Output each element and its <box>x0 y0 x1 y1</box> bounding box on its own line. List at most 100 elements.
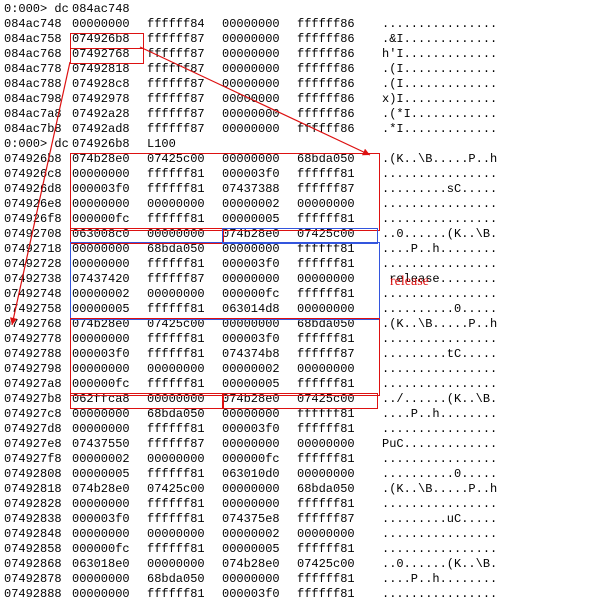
hex-row: 074926d8000003f0ffffff8107437388ffffff87… <box>4 182 589 197</box>
ascii-col: h'I............. <box>372 47 497 62</box>
hex-col: 07425c00 <box>297 227 372 242</box>
hex-col: 07425c00 <box>297 392 372 407</box>
addr-col: 074927b8 <box>4 392 72 407</box>
hex-col: 00000000 <box>147 392 222 407</box>
addr-col: 0:000> dc <box>4 137 72 152</box>
hex-row: 084ac788074928c8ffffff8700000000ffffff86… <box>4 77 589 92</box>
hex-col: 00000000 <box>72 422 147 437</box>
addr-col: 074926b8 <box>4 152 72 167</box>
hex-col: 00000000 <box>147 452 222 467</box>
ascii-col: .(*I............ <box>372 107 497 122</box>
hex-col: 00000002 <box>222 362 297 377</box>
addr-col: 084ac7b8 <box>4 122 72 137</box>
ascii-col: ................ <box>372 422 497 437</box>
ascii-col: .&I............. <box>372 32 497 47</box>
addr-col: 074927e8 <box>4 437 72 452</box>
hex-col: 68bda050 <box>147 572 222 587</box>
hex-row: 07492838000003f0ffffff81074375e8ffffff87… <box>4 512 589 527</box>
hex-row: 07492708063008c000000000074b28e007425c00… <box>4 227 589 242</box>
hex-col: 074b28e0 <box>222 227 297 242</box>
addr-col: 07492738 <box>4 272 72 287</box>
hex-row: 084ac77807492818ffffff8700000000ffffff86… <box>4 62 589 77</box>
ascii-col: PuC............. <box>372 437 497 452</box>
hex-row: 0:000> dc084ac748 <box>4 2 589 17</box>
hex-col: 00000000 <box>147 362 222 377</box>
hex-col: ffffff87 <box>147 62 222 77</box>
hex-col: 00000000 <box>72 407 147 422</box>
hex-col: ffffff81 <box>147 422 222 437</box>
hex-col: 000003f0 <box>222 257 297 272</box>
hex-col: ffffff87 <box>297 512 372 527</box>
hex-col: 00000005 <box>222 542 297 557</box>
hex-col: ffffff81 <box>147 377 222 392</box>
addr-col: 07492778 <box>4 332 72 347</box>
hex-col: 074375e8 <box>222 512 297 527</box>
hex-col: 00000000 <box>297 467 372 482</box>
hex-col: 00000000 <box>222 77 297 92</box>
addr-col: 07492888 <box>4 587 72 602</box>
hex-col: ffffff86 <box>297 32 372 47</box>
hex-col: 00000000 <box>222 32 297 47</box>
ascii-col: ................ <box>372 167 497 182</box>
hex-col: 063008c0 <box>72 227 147 242</box>
hex-col: ffffff81 <box>147 167 222 182</box>
hex-row: 0749280800000005ffffff81063010d000000000… <box>4 467 589 482</box>
hex-col: 000000fc <box>72 377 147 392</box>
hex-col: ffffff81 <box>297 332 372 347</box>
addr-col: 07492768 <box>4 317 72 332</box>
hex-col: 00000000 <box>222 407 297 422</box>
hex-col: 00000000 <box>297 302 372 317</box>
hex-col: ffffff81 <box>297 287 372 302</box>
hex-col: ffffff81 <box>147 182 222 197</box>
hex-col: ffffff81 <box>297 452 372 467</box>
hex-col: ffffff87 <box>297 182 372 197</box>
addr-col: 07492868 <box>4 557 72 572</box>
hex-col: 00000000 <box>297 362 372 377</box>
hex-col: ffffff87 <box>297 347 372 362</box>
hex-col: ffffff81 <box>297 257 372 272</box>
ascii-col: ..0......(K..\B. <box>372 557 497 572</box>
ascii-col: ..........0..... <box>372 302 497 317</box>
ascii-col: .........tC..... <box>372 347 497 362</box>
hex-col: 00000000 <box>72 197 147 212</box>
addr-col: 074927a8 <box>4 377 72 392</box>
hex-col: ffffff81 <box>147 467 222 482</box>
hex-col: 00000002 <box>72 452 147 467</box>
hex-col: ffffff86 <box>297 77 372 92</box>
hex-col: 074b28e0 <box>72 317 147 332</box>
hex-col: ffffff81 <box>147 542 222 557</box>
hex-row: 084ac758074926b8ffffff8700000000ffffff86… <box>4 32 589 47</box>
hex-col: ffffff87 <box>147 47 222 62</box>
hex-col: ffffff81 <box>147 497 222 512</box>
hex-col: 00000005 <box>72 302 147 317</box>
hex-col: ffffff87 <box>147 107 222 122</box>
ascii-col: .........uC..... <box>372 512 497 527</box>
hex-col: ffffff87 <box>147 122 222 137</box>
hex-col: 074b28e0 <box>72 482 147 497</box>
hex-col: 074b28e0 <box>72 152 147 167</box>
ascii-col: .(K..\B.....P..h <box>372 482 497 497</box>
hex-col: 00000000 <box>222 497 297 512</box>
hex-col: 074b28e0 <box>222 557 297 572</box>
hex-col: 00000000 <box>222 152 297 167</box>
hex-row: 07492868063018e000000000074b28e007425c00… <box>4 557 589 572</box>
addr-col: 084ac778 <box>4 62 72 77</box>
hex-col: 00000000 <box>147 557 222 572</box>
hex-row: 074927a8000000fcffffff8100000005ffffff81… <box>4 377 589 392</box>
ascii-col: .(K..\B.....P..h <box>372 317 497 332</box>
hex-col: ffffff81 <box>297 587 372 602</box>
addr-col: 07492728 <box>4 257 72 272</box>
hex-row: 074928780000000068bda05000000000ffffff81… <box>4 572 589 587</box>
hex-col: ffffff84 <box>147 17 222 32</box>
hex-col: 07492818 <box>72 62 147 77</box>
hex-col: 00000000 <box>222 572 297 587</box>
ascii-col: ..........0..... <box>372 467 497 482</box>
ascii-col: ................ <box>372 497 497 512</box>
hex-col: ffffff81 <box>147 332 222 347</box>
addr-col: 074926e8 <box>4 197 72 212</box>
hex-col: 000003f0 <box>72 512 147 527</box>
addr-col: 07492808 <box>4 467 72 482</box>
hex-col: 00000000 <box>72 242 147 257</box>
hex-col: 074926b8 <box>72 137 147 152</box>
hex-col: 074b28e0 <box>222 392 297 407</box>
